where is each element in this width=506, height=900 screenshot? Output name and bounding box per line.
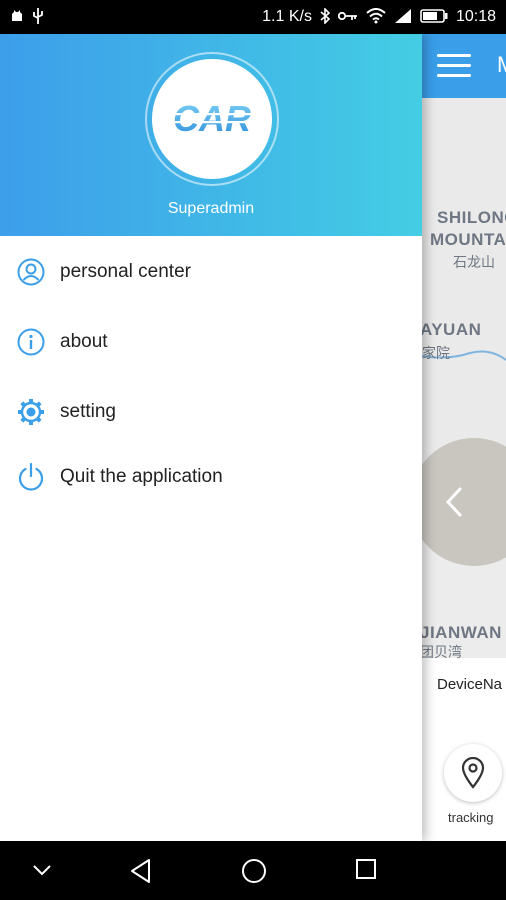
android-notification-icon xyxy=(10,9,24,25)
info-icon xyxy=(16,327,46,357)
map-label: SHILONG xyxy=(437,208,506,227)
app-title: M xyxy=(497,52,506,78)
map-label: 团贝湾 xyxy=(420,644,462,658)
tracking-label: tracking xyxy=(448,810,494,825)
drawer-header: CAR Superadmin xyxy=(0,34,422,236)
username: Superadmin xyxy=(167,200,255,217)
status-bar: 1.1 K/s 10:18 xyxy=(0,0,506,34)
menu-item-label: about xyxy=(60,331,108,352)
usb-icon xyxy=(32,8,44,26)
menu-item-personal-center[interactable]: personal center xyxy=(0,242,422,302)
menu-item-setting[interactable]: setting xyxy=(0,382,422,442)
map-label: 石龙山 xyxy=(453,254,495,270)
menu-item-label: personal center xyxy=(60,261,191,282)
navigation-drawer: CAR Superadmin personal center about set… xyxy=(0,34,422,841)
wifi-icon xyxy=(366,8,386,26)
chevron-down-icon[interactable] xyxy=(32,863,52,877)
logo-text: CAR xyxy=(173,99,251,139)
key-icon xyxy=(337,10,358,24)
chevron-left-icon xyxy=(445,487,462,517)
map-label: MOUNTA xyxy=(430,230,506,249)
clock: 10:18 xyxy=(455,8,496,25)
network-speed: 1.1 K/s xyxy=(262,8,312,25)
menu-item-label: setting xyxy=(60,401,116,422)
person-icon xyxy=(16,257,46,287)
avatar[interactable]: CAR xyxy=(145,52,279,186)
bluetooth-icon xyxy=(320,7,331,26)
car-logo: CAR xyxy=(152,59,272,179)
system-nav-bar xyxy=(0,841,506,900)
map-label: 家院 xyxy=(422,345,450,361)
map-label: AYUAN xyxy=(420,320,482,339)
tracking-button[interactable] xyxy=(444,744,502,802)
recents-icon[interactable] xyxy=(355,858,377,880)
device-name-label: DeviceNa xyxy=(437,676,503,693)
signal-icon xyxy=(394,8,412,26)
menu-icon[interactable] xyxy=(437,54,471,78)
car-logo-icon: CAR xyxy=(166,99,258,139)
back-icon[interactable] xyxy=(129,858,153,884)
map-label: JIANWAN xyxy=(420,623,502,642)
battery-icon xyxy=(420,9,448,25)
menu-item-label: Quit the application xyxy=(60,466,223,487)
home-icon[interactable] xyxy=(241,858,267,884)
location-pin-icon xyxy=(461,757,485,789)
menu-item-about[interactable]: about xyxy=(0,312,422,372)
menu-item-quit[interactable]: Quit the application xyxy=(0,447,422,507)
gear-icon xyxy=(16,397,46,427)
power-icon xyxy=(16,462,46,492)
